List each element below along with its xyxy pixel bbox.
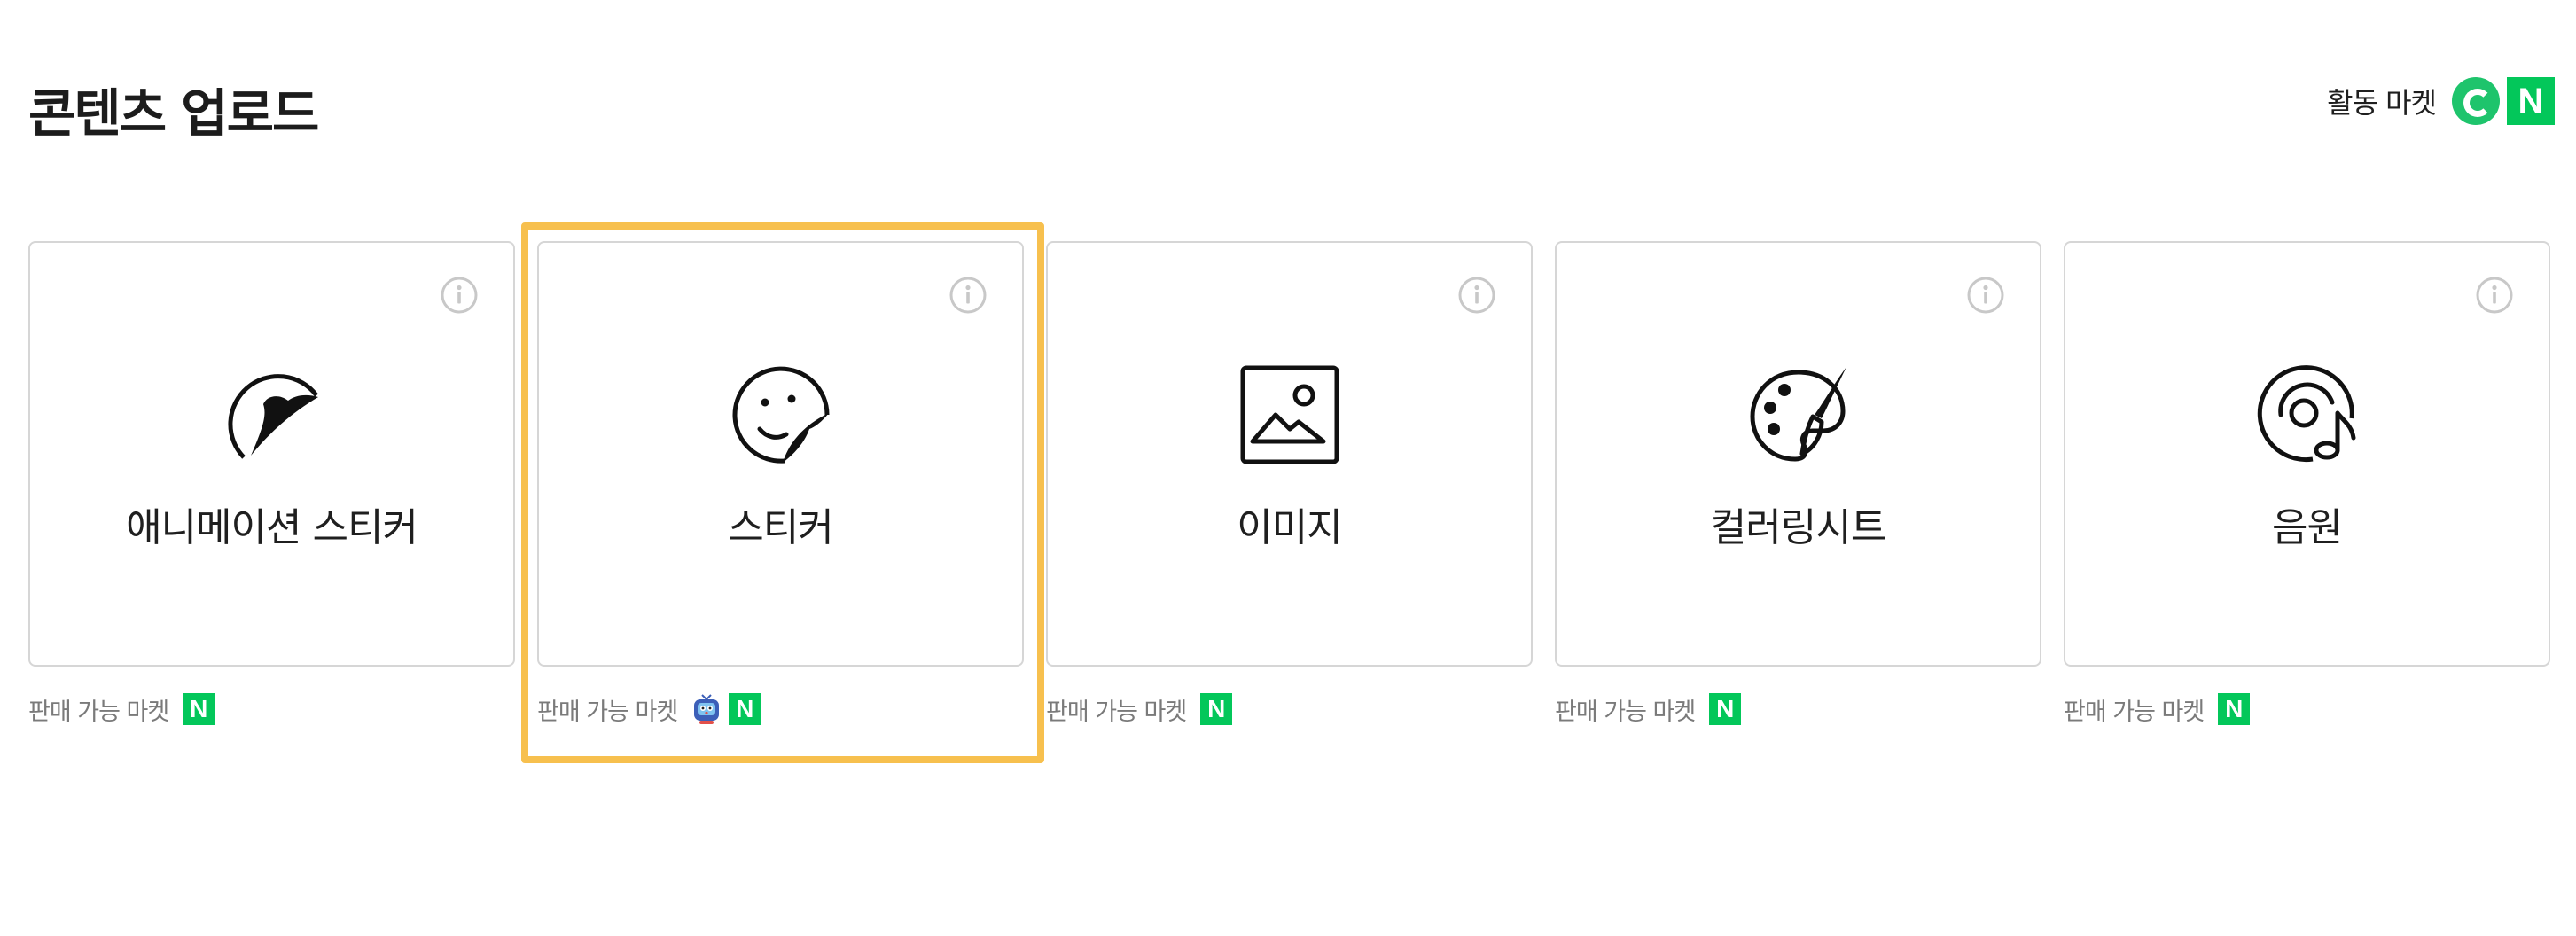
animated-sticker-icon [227,374,318,459]
card-label: 스티커 [728,505,833,550]
info-icon[interactable] [441,277,478,314]
palette-icon [1749,367,1846,462]
info-icon[interactable] [2476,277,2513,314]
image-card[interactable]: 이미지 [1046,241,1533,667]
card-label: 컬러링시트 [1710,505,1886,550]
animated-sticker-card[interactable]: 애니메이션 스티커 [28,241,515,667]
music-card[interactable]: 음원 [2064,241,2550,667]
content-card-coloring-sheet: 컬러링시트 판매 가능 마켓 N [1555,241,2041,726]
info-icon[interactable] [1967,277,2004,314]
available-markets-label: 판매 가능 마켓 [537,698,678,726]
available-markets: 판매 가능 마켓 N [537,691,768,727]
available-markets-label: 판매 가능 마켓 [28,698,169,726]
naver-n-icon: N [729,693,761,725]
active-markets: 활동 마켓 N [2327,74,2555,128]
tv-character-icon [694,694,720,724]
image-icon [1240,365,1339,464]
sticker-face-icon [732,366,829,464]
available-markets-label: 판매 가능 마켓 [2064,698,2205,726]
available-markets: 판매 가능 마켓 N [1555,691,1748,727]
available-markets-label: 판매 가능 마켓 [1046,698,1187,726]
card-label: 음원 [2272,505,2343,550]
info-icon[interactable] [949,277,987,314]
active-markets-label: 활동 마켓 [2327,86,2437,120]
content-card-music: 음원 판매 가능 마켓 N [2064,241,2550,726]
naver-n-icon: N [1200,693,1233,725]
naver-n-icon[interactable]: N [2507,77,2555,125]
content-card-image: 이미지 판매 가능 마켓 N [1046,241,1533,726]
available-markets-label: 판매 가능 마켓 [1555,698,1696,726]
sticker-card[interactable]: 스티커 [537,241,1024,667]
naver-n-icon: N [183,693,215,725]
page-title: 콘텐츠 업로드 [28,83,319,144]
available-markets: 판매 가능 마켓 N [2064,691,2257,727]
card-label: 애니메이션 스티커 [126,505,418,550]
available-markets: 판매 가능 마켓 N [28,691,222,727]
naver-n-icon: N [1709,693,1742,725]
content-card-sticker: 스티커 판매 가능 마켓 N [537,241,1024,726]
coloring-sheet-card[interactable]: 컬러링시트 [1555,241,2041,667]
available-markets: 판매 가능 마켓 N [1046,691,1239,727]
music-disc-icon [2257,365,2355,463]
green-store-icon[interactable] [2452,77,2500,125]
content-type-list: 애니메이션 스티커 판매 가능 마켓 N 스티커 판매 가능 마켓 N 이미지 … [28,241,2550,773]
content-card-animated-sticker: 애니메이션 스티커 판매 가능 마켓 N [28,241,515,726]
naver-n-icon: N [2218,693,2251,725]
info-icon[interactable] [1458,277,1495,314]
card-label: 이미지 [1237,505,1342,550]
